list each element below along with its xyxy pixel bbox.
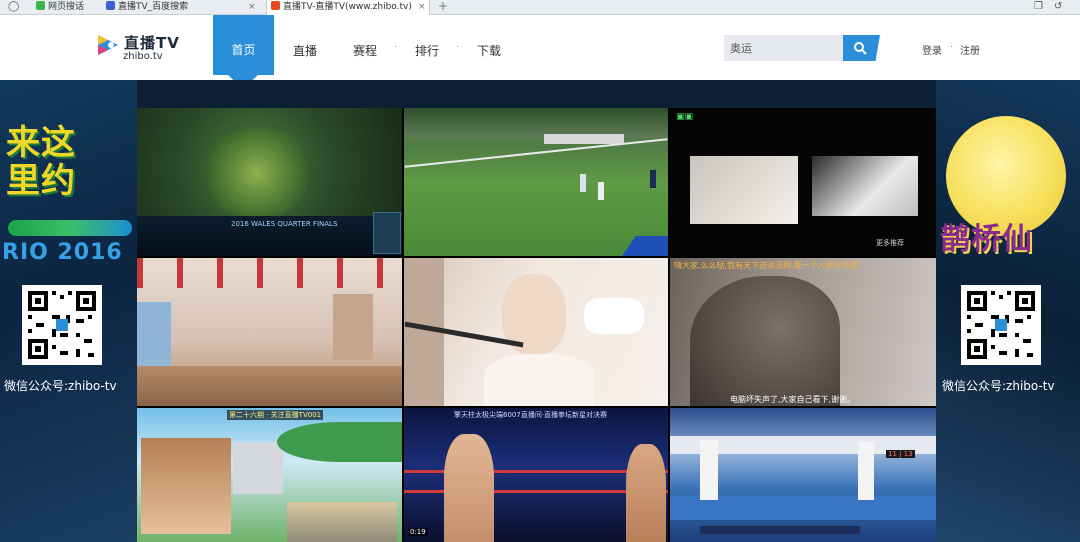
fencer [858, 442, 874, 500]
minimap [373, 212, 401, 254]
fencing-scoreboard: 11 | 13 [886, 450, 915, 458]
rio-year-text: RIO 2016 [2, 240, 123, 265]
wechat-caption-right: 微信公众号:zhibo-tv [942, 379, 1055, 393]
search-icon [854, 42, 867, 55]
pitch-line [404, 138, 668, 168]
video-tile-lol[interactable]: 2016 WALES QUARTER FINALS [137, 108, 402, 256]
zhibo-logo-icon [98, 35, 118, 55]
zhibo-favicon-icon [271, 1, 280, 10]
tab-baidu-search[interactable]: 直播TV_百度搜索 [106, 0, 256, 15]
score-overlay-bar [700, 526, 860, 534]
rio-banner-title: 来这 里约 [6, 124, 76, 200]
tent-roof [622, 236, 668, 256]
soccer-player [598, 182, 604, 200]
wechat-qr-code-left [22, 285, 102, 365]
auth-separator: · [950, 42, 954, 53]
tab-web-search[interactable]: 网页搜话 [36, 0, 96, 15]
plush-toy [584, 298, 644, 334]
browser-menu-icon[interactable]: ◯ [8, 1, 19, 13]
video-subtitle-bottom: 电脑坏失声了,大家自己看下,谢谢。 [730, 395, 856, 404]
video-tile-singer[interactable] [404, 258, 668, 406]
video-tile-closeup[interactable]: 嗨大家,么么哒,我有天下迹读法网,我一个人很乐乐哦 电脑坏失声了,大家自己看下,… [670, 258, 936, 406]
search-button[interactable] [843, 35, 880, 61]
hanging-decorations [137, 258, 402, 288]
close-tab-icon[interactable]: × [248, 0, 256, 14]
road-track [287, 502, 397, 542]
nav-item-ranking[interactable]: 排行 [415, 42, 439, 59]
wechat-qr-code-right [961, 285, 1041, 365]
nav-separator: · [394, 42, 398, 53]
wooden-floor [137, 366, 402, 406]
tab-label: 直播TV_百度搜索 [118, 2, 189, 12]
soccer-player [580, 174, 586, 192]
fencer [700, 440, 718, 500]
nav-item-home[interactable]: 首页 [213, 41, 274, 58]
stadium-trees [404, 108, 668, 138]
login-link[interactable]: 登录 [922, 42, 942, 57]
qixi-banner-title: 鹊桥仙 [940, 222, 1033, 257]
web-search-favicon-icon [36, 1, 45, 10]
video-tile-boxing[interactable]: 擎天柱太极尖端6007直播间·直播拳坛新星对决赛 0:19 [404, 408, 668, 542]
game-hud-title: 2016 WALES QUARTER FINALS [231, 220, 338, 228]
video-tile-classroom[interactable]: ▣▣ 更多推荐 [670, 108, 936, 256]
channel-logo-icon: ▣▣ [676, 112, 694, 122]
restore-icon[interactable]: ❐ [1034, 1, 1043, 13]
tab-label: 直播TV-直播TV(www.zhibo.tv) [283, 2, 412, 12]
site-logo[interactable]: 直播TV zhibo.tv [94, 31, 186, 62]
undo-icon[interactable]: ↺ [1054, 1, 1062, 13]
stream-banner-text: 第二十六期 · 关注直播TV001 [227, 410, 324, 420]
video-subtitle-top: 嗨大家,么么哒,我有天下迹读法网,我一个人很乐乐哦 [674, 261, 858, 270]
video-tile-dance-studio[interactable] [137, 258, 402, 406]
soccer-player [650, 170, 656, 188]
game-map-area [197, 128, 317, 218]
boxer [444, 434, 494, 542]
logo-text: 直播TV [124, 34, 180, 52]
studio-door [333, 294, 373, 360]
hair-closeup [690, 276, 840, 406]
register-link[interactable]: 注册 [960, 42, 980, 57]
logo-subtext: zhibo.tv [123, 51, 163, 62]
rio-wave-decoration [8, 220, 132, 236]
whiteboard-thumbnail [812, 156, 918, 216]
site-header: 直播TV zhibo.tv 首页 直播 赛程 · 排行 · 下载 登录 · 注册 [0, 15, 1080, 89]
baidu-favicon-icon [106, 1, 115, 10]
video-tile-cartoon-beach[interactable]: 第二十六期 · 关注直播TV001 [137, 408, 402, 542]
new-tab-button[interactable]: + [438, 0, 448, 13]
wechat-caption-left: 微信公众号:zhibo-tv [4, 379, 117, 393]
stadium-stand [544, 134, 624, 144]
live-video-grid: 2016 WALES QUARTER FINALS ▣▣ 更多推荐 嗨大家,么么… [137, 108, 936, 542]
palm-leaves [277, 422, 402, 462]
video-tile-fencing[interactable]: 11 | 13 [670, 408, 936, 542]
search-input[interactable] [724, 35, 844, 61]
tab-label: 网页搜话 [48, 2, 85, 12]
close-tab-icon[interactable]: × [418, 0, 426, 14]
athlete-portrait [141, 438, 231, 534]
studio-window [137, 302, 171, 372]
nav-item-schedule[interactable]: 赛程 [353, 42, 377, 59]
more-recommendations-link[interactable]: 更多推荐 [876, 238, 904, 248]
city-buildings [233, 442, 283, 494]
classroom-thumbnail [690, 156, 798, 224]
nav-item-live[interactable]: 直播 [293, 42, 317, 59]
stream-banner-text: 擎天柱太极尖端6007直播间·直播拳坛新星对决赛 [454, 411, 608, 419]
rio-title-line1: 来这 [6, 123, 76, 163]
streamer-body [484, 354, 594, 406]
video-tile-soccer[interactable] [404, 108, 668, 256]
boxer [626, 444, 666, 542]
qr-code-icon [28, 291, 96, 359]
browser-tab-strip: ◯ 网页搜话 直播TV_百度搜索 × 直播TV-直播TV(www.zhibo.t… [0, 0, 1080, 16]
nav-item-download[interactable]: 下载 [477, 42, 501, 59]
qr-code-icon [967, 291, 1035, 359]
main-content: 来这 里约 RIO 2016 微信公众号:zhibo-tv 鹊桥仙 微信公众号:… [0, 80, 1080, 542]
rio-title-line2: 里约 [6, 161, 76, 201]
nav-separator: · [456, 42, 460, 53]
tab-zhibo-tv[interactable]: 直播TV-直播TV(www.zhibo.tv) [266, 0, 430, 16]
fight-clock: 0:19 [408, 528, 428, 536]
rio-2016-banner[interactable]: 来这 里约 RIO 2016 微信公众号:zhibo-tv [0, 80, 137, 542]
